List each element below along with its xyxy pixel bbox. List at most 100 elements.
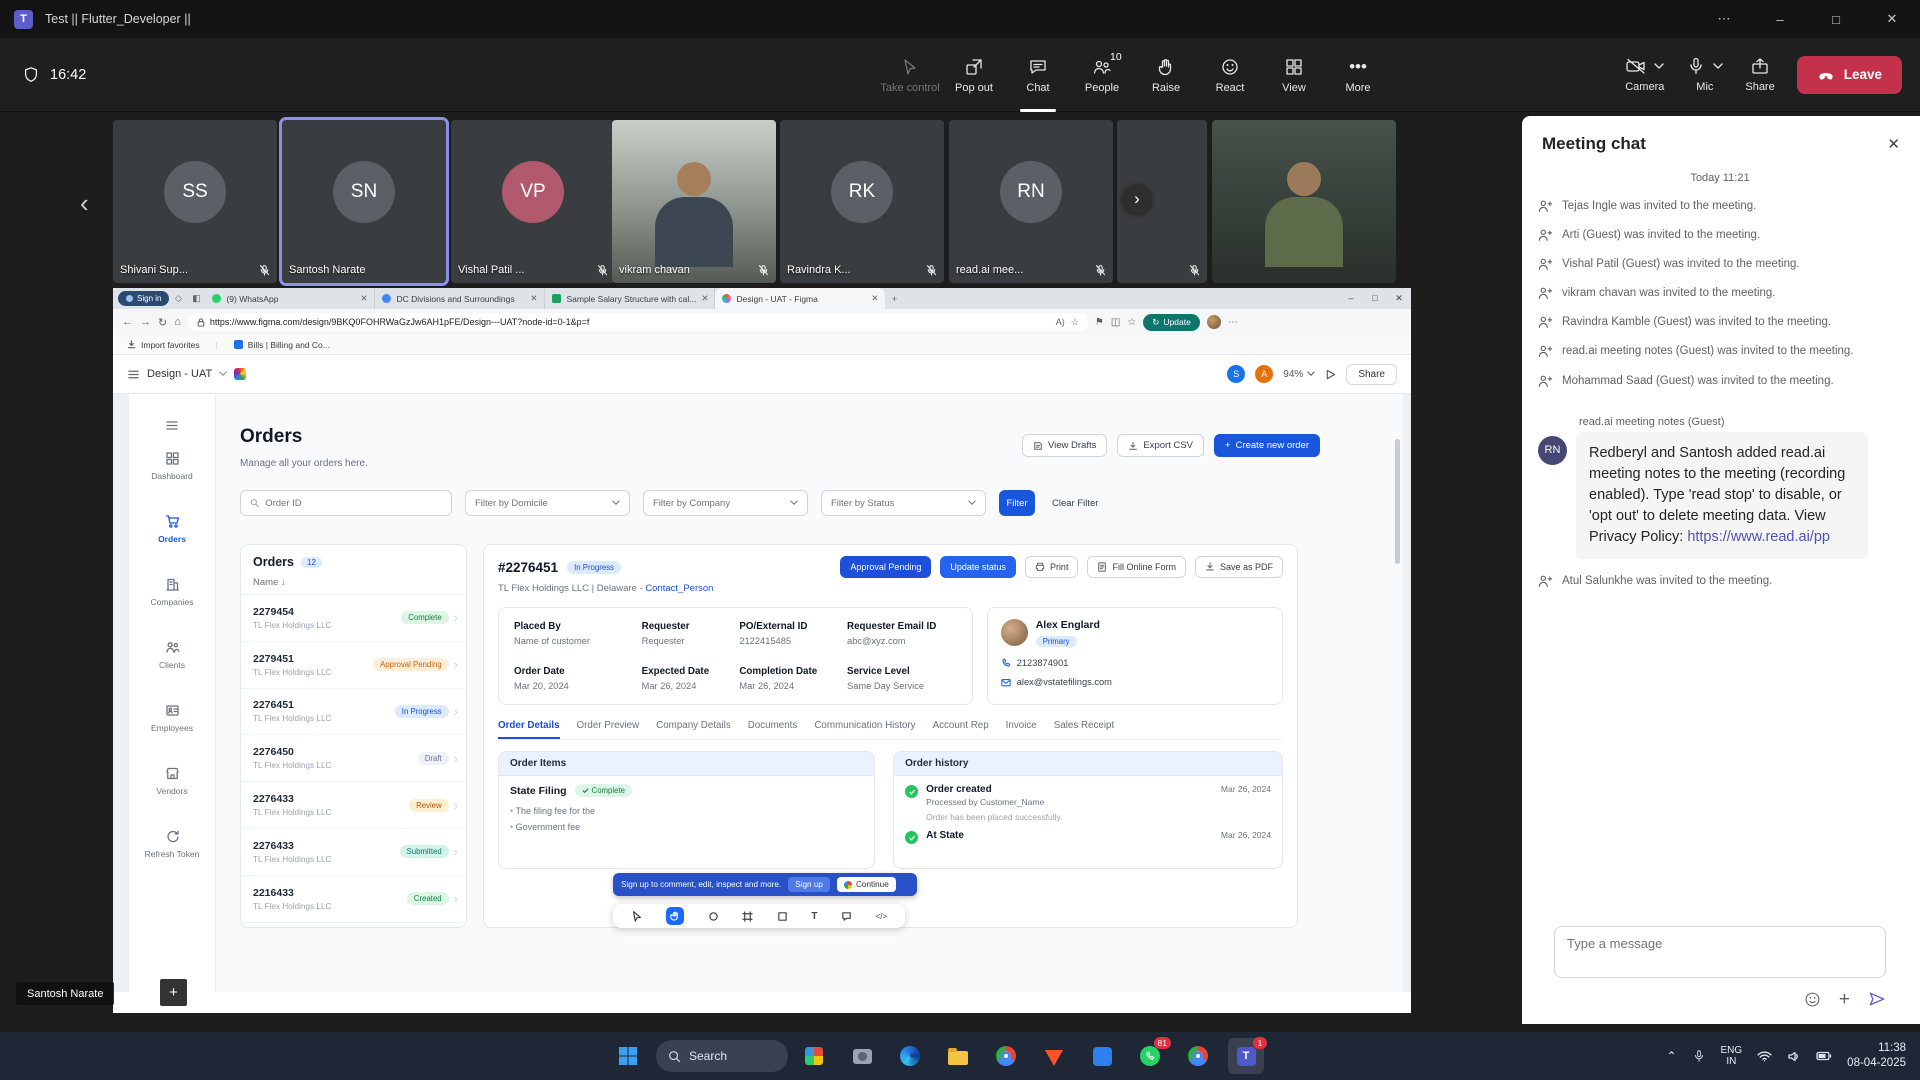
order-row[interactable]: 2276433 TL Flex Holdings LLC Submitted › <box>241 829 466 876</box>
sidebar-item-employees[interactable]: Employees <box>129 686 215 749</box>
browser-close-icon[interactable]: ✕ <box>1387 293 1411 304</box>
browser-profile-avatar[interactable] <box>1207 315 1221 329</box>
order-row[interactable]: 2279451 TL Flex Holdings LLC Approval Pe… <box>241 642 466 689</box>
pop-out-button[interactable]: Pop out <box>942 38 1006 112</box>
order-row[interactable]: 2216433 TL Flex Holdings LLC Created › <box>241 876 466 923</box>
chevron-down-icon[interactable] <box>219 371 227 377</box>
browser-signin-button[interactable]: Sign in <box>118 291 169 306</box>
favorite-bookmark[interactable]: Bills | Billing and Co... <box>234 340 330 350</box>
message-input[interactable] <box>1567 936 1873 951</box>
home-icon[interactable]: ⌂ <box>174 316 181 328</box>
sidebar-item-dashboard[interactable]: Dashboard <box>129 434 215 497</box>
window-close-button[interactable]: ✕ <box>1864 0 1920 38</box>
tab-close-icon[interactable]: ✕ <box>360 293 367 304</box>
chevron-right-icon[interactable]: › <box>454 657 458 672</box>
new-tab-icon[interactable]: + <box>885 294 903 304</box>
chevron-right-icon[interactable]: › <box>454 891 458 906</box>
tab-close-icon[interactable]: ✕ <box>530 293 537 304</box>
order-row[interactable]: 2279454 TL Flex Holdings LLC Complete › <box>241 595 466 642</box>
message-input-box[interactable] <box>1554 926 1886 978</box>
edge-button[interactable] <box>892 1038 928 1074</box>
tiles-prev-icon[interactable]: ‹ <box>80 188 89 219</box>
detail-tab[interactable]: Communication History <box>814 720 915 739</box>
taskbar-clock[interactable]: 11:3808-04-2025 <box>1847 1041 1906 1071</box>
react-button[interactable]: React <box>1198 38 1262 112</box>
volume-icon[interactable] <box>1787 1050 1801 1063</box>
task-view-button[interactable] <box>796 1038 832 1074</box>
mic-control[interactable]: Mic <box>1686 56 1723 93</box>
chevron-right-icon[interactable]: › <box>454 751 458 766</box>
sign-up-button[interactable]: Sign up <box>788 877 830 892</box>
chevron-right-icon[interactable]: › <box>454 798 458 813</box>
leave-button[interactable]: Leave <box>1797 56 1902 94</box>
privacy-policy-link[interactable]: https://www.read.ai/pp <box>1687 529 1830 545</box>
save-as-pdf-button[interactable]: Save as PDF <box>1195 556 1283 578</box>
window-maximize-button[interactable]: □ <box>1808 0 1864 38</box>
order-row[interactable]: 2276433 TL Flex Holdings LLC Review › <box>241 782 466 829</box>
fill-online-form-button[interactable]: Fill Online Form <box>1087 556 1186 578</box>
video-tile[interactable]: VP Vishal Patil ... <box>451 120 615 283</box>
detail-tab[interactable]: Order Preview <box>577 720 640 739</box>
chevron-right-icon[interactable]: › <box>454 610 458 625</box>
tab-close-icon[interactable]: ✕ <box>871 293 878 304</box>
chrome-profile-button[interactable] <box>1180 1038 1216 1074</box>
whatsapp-button[interactable]: 81 <box>1132 1038 1168 1074</box>
order-row[interactable]: 2276451 TL Flex Holdings LLC In Progress… <box>241 689 466 736</box>
tab-close-icon[interactable]: ✕ <box>701 293 708 304</box>
video-tile-active-speaker[interactable]: SN Santosh Narate <box>282 120 446 283</box>
send-icon[interactable] <box>1868 990 1886 1008</box>
chat-close-icon[interactable]: ✕ <box>1887 135 1900 153</box>
tab-split-icon[interactable]: ◧ <box>187 293 205 304</box>
chevron-right-icon[interactable]: › <box>454 844 458 859</box>
contact-person-link[interactable]: Contact_Person <box>645 583 713 594</box>
sidebar-item-companies[interactable]: Companies <box>129 560 215 623</box>
contact-email[interactable]: alex@vstatefilings.com <box>1001 677 1269 687</box>
read-aloud-icon[interactable]: A) <box>1056 317 1065 328</box>
comment-tool-icon[interactable] <box>841 911 852 922</box>
browser-maximize-icon[interactable]: □ <box>1363 293 1387 304</box>
bookmark-star-icon[interactable]: ☆ <box>1071 317 1079 328</box>
url-field[interactable]: https://www.figma.com/design/9BKQ0FOHRWa… <box>188 313 1088 331</box>
wifi-icon[interactable] <box>1757 1051 1772 1062</box>
import-favorites-button[interactable]: Import favorites <box>127 340 200 350</box>
detail-tab[interactable]: Documents <box>748 720 798 739</box>
clear-filter-button[interactable]: Clear Filter <box>1052 498 1098 509</box>
tray-expand-icon[interactable]: ⌃ <box>1666 1049 1676 1063</box>
chevron-down-icon[interactable] <box>1654 63 1664 70</box>
zoom-control[interactable]: 94% <box>1283 369 1315 380</box>
figma-menu-icon[interactable] <box>127 368 140 381</box>
detail-tab[interactable]: Invoice <box>1006 720 1037 739</box>
video-tile[interactable]: RK Ravindra K... <box>780 120 944 283</box>
teams-button[interactable]: T 1 <box>1228 1038 1264 1074</box>
sidebar-item-vendors[interactable]: Vendors <box>129 749 215 812</box>
hand-tool-icon[interactable] <box>666 907 684 925</box>
export-csv-button[interactable]: Export CSV <box>1117 434 1204 457</box>
browser-minimize-icon[interactable]: – <box>1339 293 1363 304</box>
browser-tab[interactable]: DC Divisions and Surroundings✕ <box>375 288 545 309</box>
camera-control[interactable]: Camera <box>1625 56 1664 93</box>
raise-hand-button[interactable]: Raise <box>1134 38 1198 112</box>
share-control[interactable]: Share <box>1745 56 1774 93</box>
filter-domicile-dropdown[interactable]: Filter by Domicile <box>465 490 630 516</box>
forward-icon[interactable]: → <box>140 316 151 328</box>
chat-button[interactable]: Chat <box>1006 38 1070 112</box>
contact-phone[interactable]: 2123874901 <box>1001 658 1269 668</box>
extensions-icon[interactable]: ⚑ <box>1095 317 1104 328</box>
language-indicator[interactable]: ENGIN <box>1721 1045 1743 1068</box>
filter-company-dropdown[interactable]: Filter by Company <box>643 490 808 516</box>
browser-tab[interactable]: Sample Salary Structure with cal...✕ <box>545 288 715 309</box>
battery-icon[interactable] <box>1816 1051 1832 1061</box>
browser-tab-active[interactable]: Design - UAT - Figma✕ <box>715 288 885 309</box>
chevron-down-icon[interactable] <box>1713 63 1723 70</box>
approval-pending-button[interactable]: Approval Pending <box>840 556 931 578</box>
filter-status-dropdown[interactable]: Filter by Status <box>821 490 986 516</box>
sidebar-item-orders[interactable]: Orders <box>129 497 215 560</box>
figma-share-button[interactable]: Share <box>1346 364 1397 385</box>
code-tool-icon[interactable]: </> <box>876 912 888 921</box>
chrome-button[interactable] <box>988 1038 1024 1074</box>
create-new-order-button[interactable]: + Create new order <box>1214 434 1320 457</box>
detail-tab[interactable]: Order Details <box>498 720 560 739</box>
photos-button[interactable] <box>844 1038 880 1074</box>
pin-button[interactable]: + <box>160 979 187 1006</box>
sidebar-item-refresh-token[interactable]: Refresh Token <box>129 812 215 875</box>
